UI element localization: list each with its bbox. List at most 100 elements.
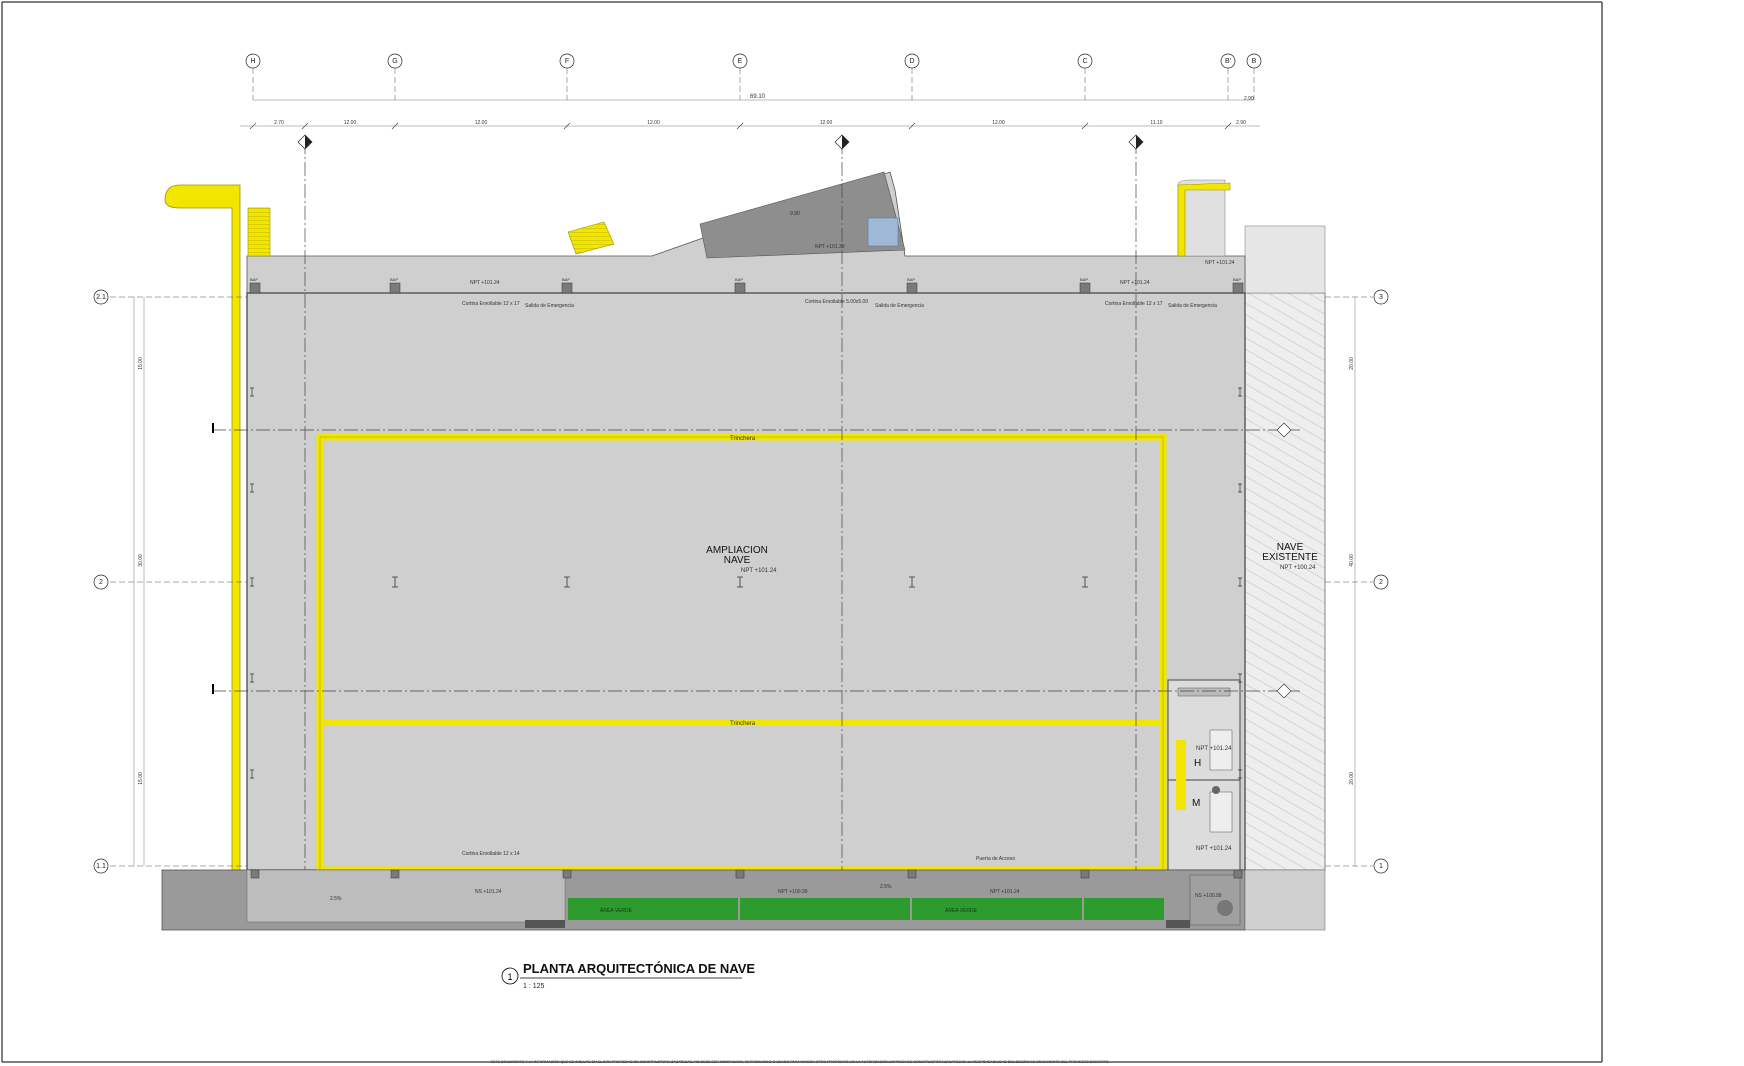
bathroom-level-1: NPT +101.24	[1196, 746, 1232, 752]
green-area-3	[912, 898, 1082, 920]
bathroom-men: H	[1194, 758, 1201, 769]
floor-plan-drawing: H G F E D C B' B 2.1 2 1.1 3 2 1 BAP BAP BAP BAP BAP BAP BA…	[1, 1, 1603, 1064]
grid-row-bubble-2.1: 2.1	[93, 289, 109, 305]
right-dimension-2: 40.00	[1349, 554, 1355, 567]
emergency-exit-3: Salida de Emergencia	[1168, 303, 1217, 309]
existing-room-name-2: EXISTENTE	[1262, 552, 1318, 563]
grid-bubble-F: F	[559, 53, 575, 69]
grid-row-label-right-2: 2	[1379, 579, 1383, 586]
level-bottom-2: NPT +100.99	[778, 889, 808, 895]
top-dimension-1: 2.70	[274, 120, 284, 126]
top-dimension-6: 12.00	[992, 120, 1005, 126]
level-top-3: NPT +101.24	[1205, 260, 1235, 266]
grid-row-bubble-1.1: 1.1	[93, 858, 109, 874]
access-door-label: Puerta de Acceso	[976, 856, 1015, 862]
column-tag-5: BAP	[907, 277, 915, 282]
slope-label-2: 2.5%	[880, 884, 892, 890]
column-bottom-5	[907, 869, 917, 879]
column-bottom-2	[390, 869, 400, 879]
top-dimension-3: 12.00	[475, 120, 488, 126]
drawing-scale: 1 : 125	[523, 983, 545, 990]
right-dimension-3: 20.00	[1349, 772, 1355, 785]
north-apron	[246, 171, 1246, 294]
grid-label-H: H	[250, 58, 255, 65]
column-top-5	[906, 282, 918, 294]
column-top-6	[1079, 282, 1091, 294]
column-bottom-3	[562, 869, 572, 879]
ramp-dimension: 9.90	[790, 211, 800, 217]
level-top-2: NPT +101.24	[1120, 280, 1150, 286]
column-tag-2: BAP	[390, 277, 398, 282]
top-dimension-8: 2.90	[1236, 120, 1246, 126]
grid-label-G: G	[392, 58, 397, 65]
grid-label-D: D	[909, 58, 914, 65]
green-area-label-1: ÁREA VERDE	[600, 907, 633, 914]
top-dimension-2: 12.00	[344, 120, 357, 126]
main-room-level: NPT +101.24	[741, 568, 777, 574]
view-number: 1	[507, 972, 512, 982]
curtain-label-1: Cortina Enrollable 12 x 17	[462, 301, 520, 307]
column-bottom-4	[735, 869, 745, 879]
grid-row-label-right-1: 1	[1379, 863, 1383, 870]
grid-label-F: F	[565, 58, 569, 65]
column-bottom-6	[1080, 869, 1090, 879]
grid-label-B': B'	[1225, 58, 1231, 65]
grid-bubble-C: C	[1077, 53, 1093, 69]
green-area-1	[568, 898, 738, 920]
footer-note: ESTE DOCUMENTO Y LA INFORMACIÓN QUE SE I…	[491, 1059, 1110, 1064]
column-tag-3: BAP	[562, 277, 570, 282]
grid-row-label-2: 2	[99, 579, 103, 586]
bathroom-women: M	[1192, 798, 1200, 809]
grid-bubble-B: B	[1246, 53, 1262, 69]
column-top-1	[249, 282, 261, 294]
overall-dimension: 69.10	[750, 94, 766, 100]
left-dimension-1: 15.00	[138, 357, 144, 370]
bathroom-level-2: NPT +101.24	[1196, 846, 1232, 852]
bathroom-block	[1167, 679, 1241, 871]
column-bottom-1	[250, 869, 260, 879]
column-tag-6: BAP	[1080, 277, 1088, 282]
top-dimension-7: 11.10	[1150, 120, 1162, 126]
view-title: 1 PLANTA ARQUITECTÓNICA DE NAVE 1 : 125	[501, 961, 755, 990]
level-bottom-3: NPT +101.24	[990, 889, 1020, 895]
grid-row-bubble-right-3: 3	[1373, 289, 1389, 305]
column-tag-4: BAP	[735, 277, 743, 282]
drawing-title: PLANTA ARQUITECTÓNICA DE NAVE	[523, 961, 755, 976]
left-dimension-3: 15.00	[138, 772, 144, 785]
emergency-exit-2: Salida de Emergencia	[875, 303, 924, 309]
level-ramp: NPT +101.39	[815, 244, 845, 250]
level-top-1: NPT +101.24	[470, 280, 500, 286]
column-tag-7: BAP	[1233, 277, 1241, 282]
grid-bubble-H: H	[245, 53, 261, 69]
right-dimension-1: 20.00	[1349, 357, 1355, 370]
curtain-label-2: Cortina Enrollable 5.00x5.00	[805, 299, 868, 305]
existing-room-level: NPT +100.24	[1280, 565, 1316, 571]
column-bottom-7	[1233, 869, 1243, 879]
grid-row-bubble-right-1: 1	[1373, 858, 1389, 874]
column-top-7	[1232, 282, 1244, 294]
curtain-label-bottom: Cortina Enrollable 12 x 14	[462, 851, 520, 857]
grid-bubble-G: G	[387, 53, 403, 69]
column-top-4	[734, 282, 746, 294]
grid-label-E: E	[738, 58, 743, 65]
grid-label-B: B	[1252, 58, 1257, 65]
grid-row-bubble-right-2: 2	[1373, 574, 1389, 590]
green-area-2	[740, 898, 910, 920]
top-dimension-5: 12.00	[820, 120, 833, 126]
column-tag-1: BAP	[250, 277, 258, 282]
grid-label-C: C	[1082, 58, 1087, 65]
grid-row-label-right-3: 3	[1379, 294, 1383, 301]
green-area-4	[1084, 898, 1164, 920]
grid-bubble-E: E	[732, 53, 748, 69]
grid-row-label-1.1: 1.1	[96, 863, 106, 870]
main-slab	[246, 292, 1246, 871]
level-bottom-4: NS +100.99	[1195, 893, 1222, 899]
column-top-3	[561, 282, 573, 294]
main-room-name-2: NAVE	[724, 555, 751, 566]
b-dimension: 2.90	[1244, 96, 1254, 102]
emergency-exit-1: Salida de Emergencia	[525, 303, 574, 309]
curtain-label-3: Cortina Enrollable 12 x 17	[1105, 301, 1163, 307]
trench-label-top: Trinchera	[730, 436, 756, 442]
trench-label-bottom: Trinchera	[730, 721, 756, 727]
column-top-2	[389, 282, 401, 294]
